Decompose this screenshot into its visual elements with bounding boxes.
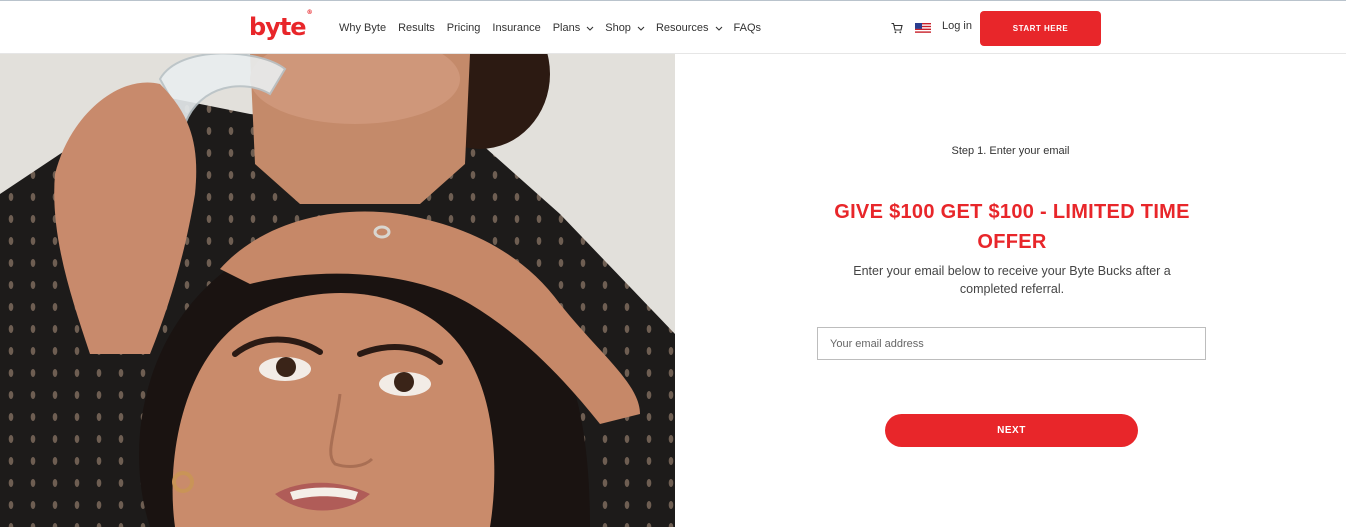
main-nav: Why Byte Results Pricing Insurance Plans…: [339, 20, 773, 36]
email-field[interactable]: [817, 327, 1206, 360]
nav-label: Why Byte: [339, 22, 387, 34]
login-link[interactable]: Log in: [942, 20, 972, 32]
nav-item-faqs[interactable]: FAQs: [734, 22, 762, 34]
chevron-down-icon: [586, 25, 594, 32]
nav-item-why-byte[interactable]: Why Byte: [339, 22, 386, 34]
nav-label: Pricing: [446, 22, 481, 34]
nav-label: FAQs: [733, 22, 762, 34]
nav-label: Shop: [605, 22, 631, 34]
us-flag-icon[interactable]: [915, 21, 931, 34]
hero-photo: [0, 54, 675, 527]
referral-form-panel: Step 1. Enter your email GIVE $100 GET $…: [675, 54, 1346, 527]
nav-label: Insurance: [492, 22, 541, 34]
nav-item-results[interactable]: Results: [398, 22, 435, 34]
nav-label: Results: [398, 22, 435, 34]
cart-icon[interactable]: [891, 21, 903, 34]
chevron-down-icon: [637, 25, 645, 32]
nav-item-resources[interactable]: Resources: [656, 22, 722, 34]
chevron-down-icon: [715, 25, 722, 32]
logo-text: byte: [249, 13, 307, 41]
offer-description: Enter your email below to receive your B…: [853, 264, 1171, 296]
nav-item-plans[interactable]: Plans: [553, 22, 594, 34]
start-here-button[interactable]: START HERE: [980, 11, 1101, 46]
next-button[interactable]: NEXT: [885, 414, 1138, 447]
registered-mark: ®: [306, 9, 313, 16]
step-label: Step 1. Enter your email: [951, 145, 1070, 157]
byte-logo[interactable]: byte®: [249, 9, 313, 42]
nav-item-shop[interactable]: Shop: [605, 22, 645, 34]
nav-item-insurance[interactable]: Insurance: [492, 22, 540, 34]
site-header: byte® Why Byte Results Pricing Insurance…: [0, 0, 1346, 54]
nav-label: Resources: [655, 22, 709, 34]
offer-headline: GIVE $100 GET $100 - LIMITED TIME OFFER: [834, 201, 1190, 253]
nav-label: Plans: [552, 22, 581, 34]
nav-item-pricing[interactable]: Pricing: [447, 22, 481, 34]
